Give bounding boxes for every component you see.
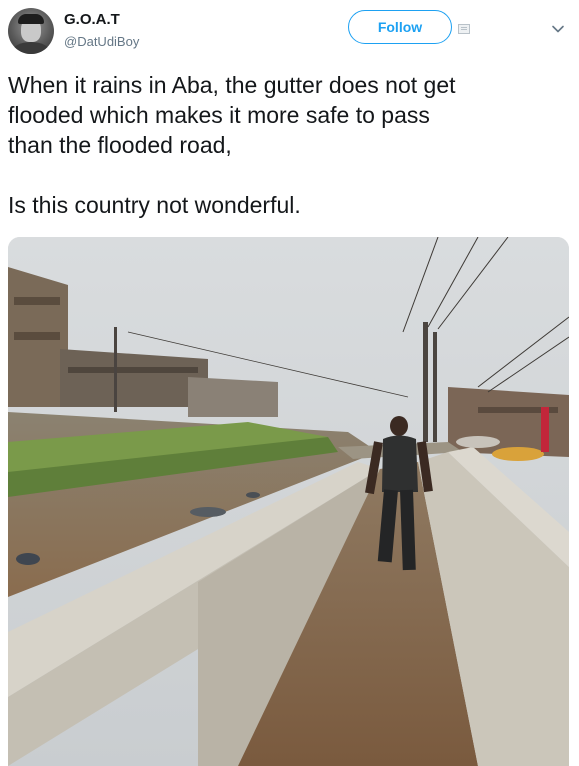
tweet-text-line: flooded which makes it more safe to pass bbox=[8, 102, 430, 128]
tweet-photo[interactable] bbox=[8, 237, 569, 766]
tweet-text-line: Is this country not wonderful. bbox=[8, 192, 301, 218]
user-handle[interactable]: @DatUdiBoy bbox=[64, 34, 139, 49]
chevron-down-icon[interactable] bbox=[551, 22, 565, 36]
display-name[interactable]: G.O.A.T bbox=[64, 11, 120, 28]
follow-button[interactable]: Follow bbox=[348, 10, 452, 44]
avatar-shoulders bbox=[12, 42, 50, 54]
avatar[interactable] bbox=[8, 8, 54, 54]
notification-icon bbox=[458, 24, 470, 34]
tweet-text-line: When it rains in Aba, the gutter does no… bbox=[8, 72, 456, 98]
tweet-text-line: than the flooded road, bbox=[8, 132, 232, 158]
photo-illustration bbox=[8, 237, 569, 766]
tweet-text: When it rains in Aba, the gutter does no… bbox=[8, 70, 568, 220]
avatar-cap bbox=[18, 14, 44, 24]
